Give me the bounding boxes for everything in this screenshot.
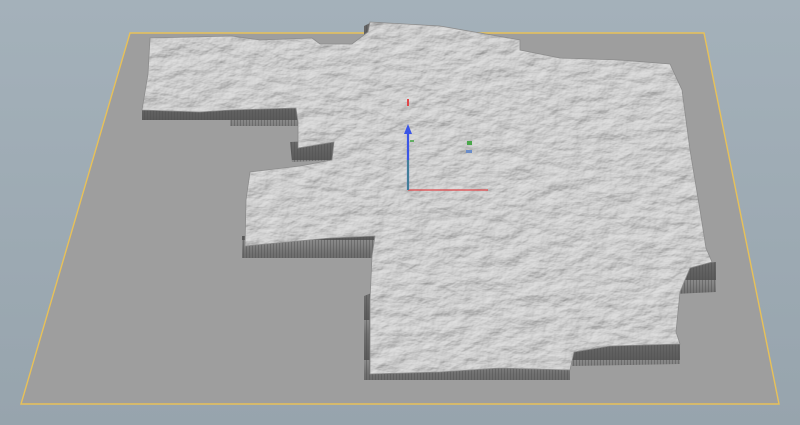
3d-viewport[interactable] bbox=[0, 0, 800, 425]
pivot-marker-icon bbox=[410, 140, 414, 142]
x-translate-marker-icon[interactable] bbox=[407, 99, 409, 106]
plane-handle-icon[interactable] bbox=[466, 150, 472, 153]
z-translate-marker-icon[interactable] bbox=[467, 141, 472, 145]
scene-canvas[interactable] bbox=[0, 0, 800, 425]
